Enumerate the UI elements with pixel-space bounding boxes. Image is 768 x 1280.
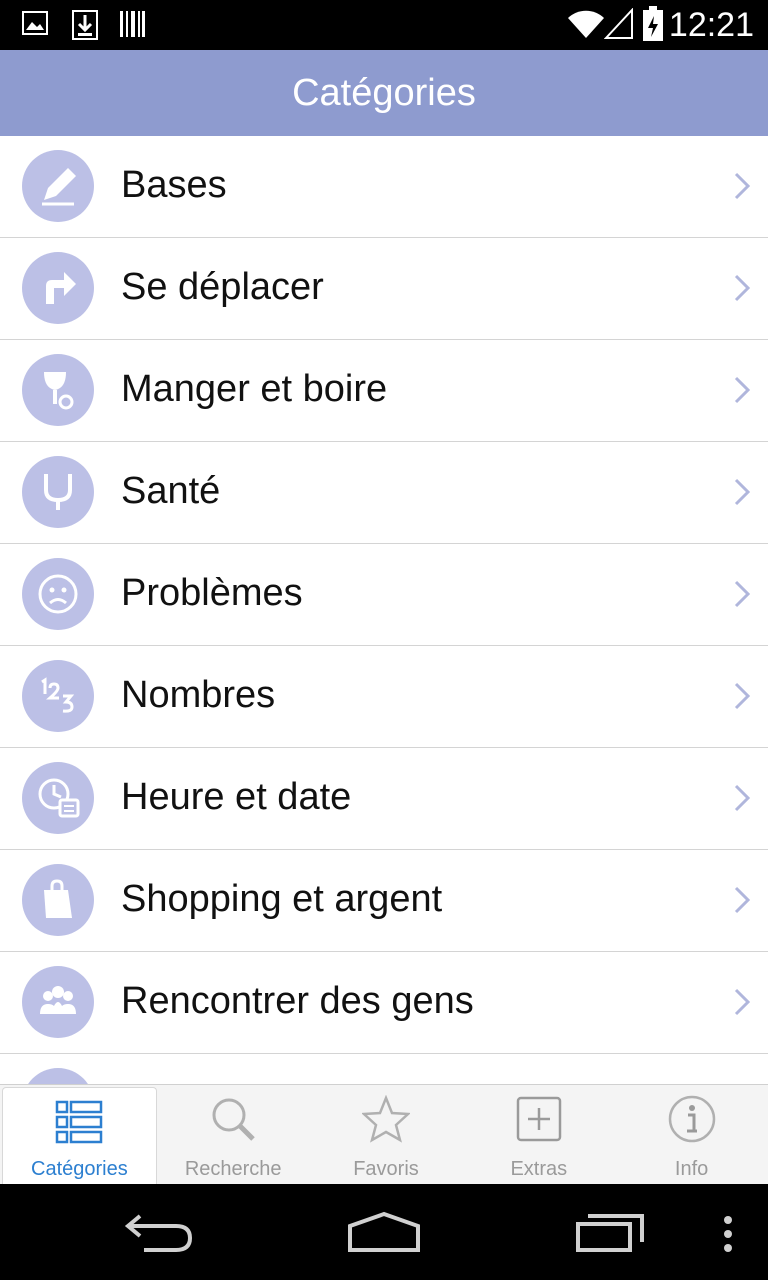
tab-label: Extras [510, 1158, 568, 1180]
wifi-icon [566, 8, 606, 45]
image-notification-icon [22, 10, 48, 41]
category-row-heure-et-date[interactable]: Heure et date [0, 748, 768, 850]
info-icon [668, 1095, 716, 1148]
category-label: Problèmes [121, 572, 303, 614]
tab-categories[interactable]: Catégories [2, 1087, 157, 1185]
category-label: Nombres [121, 674, 276, 716]
partial-icon [22, 1068, 94, 1084]
glass-icon [22, 354, 94, 426]
overflow-menu-icon[interactable] [722, 1216, 734, 1257]
chevron-right-icon [734, 784, 751, 817]
tab-info[interactable]: Info [615, 1085, 768, 1185]
category-label: Bases [121, 164, 227, 206]
chevron-right-icon [734, 988, 751, 1021]
back-icon[interactable] [124, 1210, 196, 1259]
category-label: Santé [121, 470, 221, 512]
page-title: Catégories [292, 71, 476, 114]
category-row-problemes[interactable]: Problèmes [0, 544, 768, 646]
turn-right-arrow-icon [22, 252, 94, 324]
category-row-se-deplacer[interactable]: Se déplacer [0, 238, 768, 340]
category-label: Heure et date [121, 776, 352, 818]
clock-calendar-icon [22, 762, 94, 834]
category-row-nombres[interactable]: Nombres [0, 646, 768, 748]
category-row-sante[interactable]: Santé [0, 442, 768, 544]
plus-box-icon [515, 1095, 563, 1148]
chevron-right-icon [734, 274, 751, 307]
system-nav-bar [0, 1184, 768, 1280]
category-row-shopping-et-argent[interactable]: Shopping et argent [0, 850, 768, 952]
tab-label: Info [674, 1158, 709, 1180]
category-label: Manger et boire [121, 368, 388, 410]
tab-label: Favoris [353, 1158, 419, 1180]
chevron-right-icon [734, 478, 751, 511]
people-icon [22, 966, 94, 1038]
chevron-right-icon [734, 376, 751, 409]
status-bar: 12:21 [0, 0, 768, 50]
recent-apps-icon[interactable] [574, 1210, 646, 1259]
tab-bar: Catégories Recherche Favoris Extras Info [0, 1084, 768, 1185]
download-notification-icon [72, 10, 98, 45]
chevron-right-icon [734, 580, 751, 613]
battery-icon [642, 6, 664, 47]
numbers-icon [22, 660, 94, 732]
shopping-bag-icon [22, 864, 94, 936]
tab-recherche[interactable]: Recherche [157, 1085, 310, 1185]
pencil-icon [22, 150, 94, 222]
star-icon [360, 1094, 411, 1148]
category-row-partial[interactable] [0, 1054, 768, 1084]
chevron-right-icon [734, 682, 751, 715]
chevron-right-icon [734, 886, 751, 919]
status-clock: 12:21 [668, 6, 754, 44]
barcode-notification-icon [118, 10, 146, 43]
home-icon[interactable] [346, 1210, 422, 1259]
chevron-right-icon [734, 172, 751, 205]
app-header: Catégories [0, 50, 768, 136]
tab-extras[interactable]: Extras [462, 1085, 615, 1185]
tab-label: Recherche [184, 1158, 282, 1180]
category-label: Se déplacer [121, 266, 324, 308]
tab-label: Catégories [31, 1158, 128, 1180]
category-label: Shopping et argent [121, 878, 443, 920]
sad-face-icon [22, 558, 94, 630]
category-row-bases[interactable]: Bases [0, 136, 768, 238]
search-icon [209, 1095, 257, 1148]
category-row-manger-et-boire[interactable]: Manger et boire [0, 340, 768, 442]
signal-icon [603, 7, 634, 45]
tab-favoris[interactable]: Favoris [310, 1085, 463, 1185]
stethoscope-icon [22, 456, 94, 528]
list-grid-icon [55, 1098, 103, 1151]
category-list: Bases Se déplacer Manger et boire Santé … [0, 136, 768, 1084]
category-row-rencontrer-des-gens[interactable]: Rencontrer des gens [0, 952, 768, 1054]
category-label: Rencontrer des gens [121, 980, 474, 1022]
